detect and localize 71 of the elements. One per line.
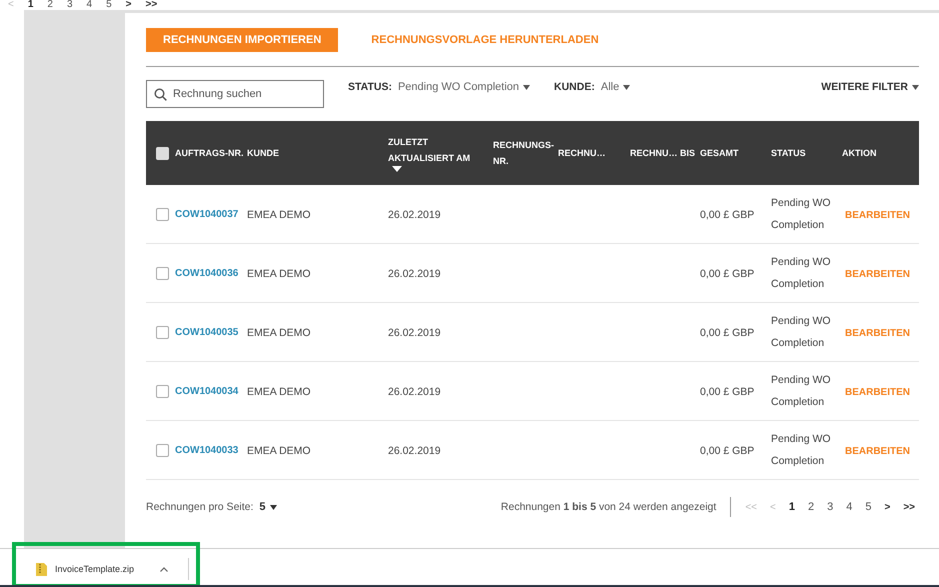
table-cell: 0,00 £ GBP <box>700 327 754 339</box>
table-cell: EMEA DEMO <box>247 327 311 339</box>
column-header: KUNDE <box>247 147 280 160</box>
caret-icon <box>270 504 277 510</box>
checkbox[interactable] <box>156 266 169 280</box>
per-page-label: Rechnungen pro Seite: <box>146 501 254 513</box>
column-header: AKTION <box>842 147 876 160</box>
filter-label: KUNDE: <box>554 81 595 93</box>
filter-dropdown[interactable]: Pending WO Completion <box>398 81 520 93</box>
order-link[interactable]: COW1040033 <box>175 438 247 462</box>
page-link[interactable]: 5 <box>106 0 112 10</box>
table-cell: 26.02.2019 <box>388 209 441 221</box>
page-link[interactable]: > <box>884 502 890 512</box>
checkbox[interactable] <box>156 384 169 398</box>
table-cell: Pending WO Completion <box>771 256 831 290</box>
table-cell: Pending WO Completion <box>771 374 831 408</box>
page-link[interactable]: 4 <box>846 501 852 513</box>
page-link[interactable]: 5 <box>865 501 872 513</box>
column-header: RECHNU… <box>558 147 606 160</box>
page-link[interactable]: 4 <box>86 0 92 10</box>
column-header: RECHNUNGS-NR. <box>493 139 556 168</box>
order-link[interactable]: COW1040037 <box>175 202 247 226</box>
more-filters-button[interactable]: WEITERE FILTER <box>821 81 908 93</box>
order-link[interactable]: COW1040036 <box>175 262 247 284</box>
column-header: STATUS <box>771 147 806 160</box>
table-cell: EMEA DEMO <box>247 268 311 280</box>
zip-file-icon <box>36 562 47 576</box>
table-cell: 0,00 £ GBP <box>700 209 754 221</box>
per-page-dropdown[interactable]: 5 <box>259 501 266 513</box>
table-cell: 26.02.2019 <box>388 445 441 457</box>
results-summary: Rechnungen 1 bis 5 von 24 werden angezeigt <box>500 497 732 517</box>
table-cell: 26.02.2019 <box>388 386 441 398</box>
table-cell: 0,00 £ GBP <box>700 445 754 457</box>
table-cell: 0,00 £ GBP <box>700 268 754 280</box>
page-link[interactable]: 2 <box>47 0 53 10</box>
caret-icon <box>623 84 630 90</box>
page-link[interactable]: 1 <box>28 0 34 10</box>
caret-icon <box>523 84 530 90</box>
table-cell: Pending WO Completion <box>771 433 831 467</box>
page-link[interactable]: >> <box>903 502 915 512</box>
page-link[interactable]: >> <box>146 0 158 10</box>
filter-dropdown[interactable]: Alle <box>600 81 620 93</box>
search-icon <box>154 88 167 101</box>
filter-label: STATUS: <box>348 81 392 93</box>
order-link[interactable]: COW1040035 <box>175 320 247 344</box>
order-link[interactable]: COW1040034 <box>175 380 247 402</box>
column-header: AUFTRAGS-NR. <box>175 147 244 160</box>
checkbox[interactable] <box>156 326 169 338</box>
table-cell: 26.02.2019 <box>388 268 441 280</box>
table-cell: EMEA DEMO <box>247 445 311 457</box>
table-cell: EMEA DEMO <box>247 209 311 221</box>
page-link[interactable]: 3 <box>66 0 73 10</box>
column-header: GESAMT <box>700 147 739 160</box>
page-link[interactable]: > <box>126 0 132 10</box>
page-link[interactable]: 1 <box>788 501 795 513</box>
column-header: ZULETZT AKTUALISIERT AM <box>388 136 472 165</box>
checkbox[interactable] <box>156 444 169 456</box>
table-cell: 26.02.2019 <box>388 327 441 339</box>
table-cell: EMEA DEMO <box>247 386 311 398</box>
caret-icon <box>912 84 919 90</box>
checkbox[interactable] <box>156 208 169 220</box>
page-link[interactable]: 3 <box>827 501 834 513</box>
table-cell: Pending WO Completion <box>771 315 831 349</box>
table-cell: Pending WO Completion <box>771 197 831 231</box>
download-file-name[interactable]: InvoiceTemplate.zip <box>55 564 134 574</box>
table-cell: 0,00 £ GBP <box>700 386 754 398</box>
sort-arrow-icon[interactable] <box>392 166 402 172</box>
page-link[interactable]: 2 <box>808 501 814 513</box>
chevron-up-icon[interactable] <box>160 566 168 572</box>
search-field[interactable]: Rechnung suchen <box>146 80 324 108</box>
column-header: RECHNU… BIS <box>630 147 696 160</box>
